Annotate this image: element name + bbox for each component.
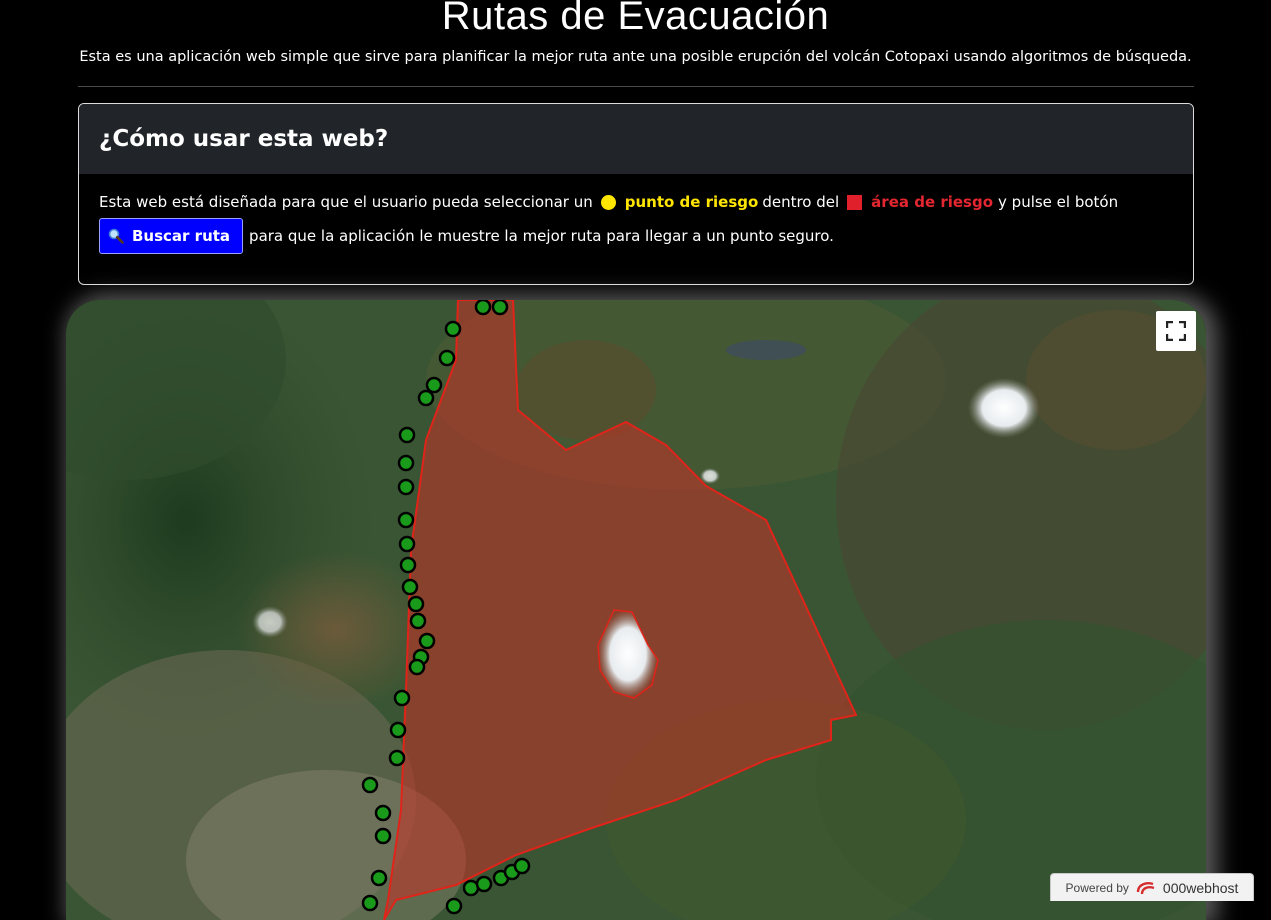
fullscreen-button[interactable] (1156, 311, 1196, 351)
search-route-button[interactable]: Buscar ruta (99, 218, 244, 254)
page-title: Rutas de Evacuación (441, 0, 830, 38)
powered-by-label: Powered by (1065, 880, 1129, 895)
risk-point-label: punto de riesgo (624, 192, 759, 211)
risk-area-label: área de riesgo (871, 192, 994, 211)
help-card-body: Esta web está diseñada para que el usuar… (79, 174, 1193, 270)
help-text-1: Esta web está diseñada para que el usuar… (99, 192, 593, 211)
magnifier-icon (108, 228, 124, 244)
divider (78, 86, 1194, 87)
satellite-map[interactable] (66, 300, 1206, 920)
help-text-4: para que la aplicación le muestre la mej… (249, 226, 834, 245)
host-name: 000webhost (1162, 879, 1239, 896)
help-card: ¿Cómo usar esta web? Esta web está diseñ… (78, 103, 1194, 285)
powered-by-badge[interactable]: Powered by 000webhost (1050, 873, 1254, 901)
page-subtitle: Esta es una aplicación web simple que si… (79, 49, 1192, 65)
help-card-heading: ¿Cómo usar esta web? (79, 104, 1193, 174)
host-logo-icon (1136, 881, 1155, 894)
help-text-3: y pulse el botón (998, 192, 1119, 211)
risk-point-icon (600, 194, 616, 210)
map-view[interactable] (66, 300, 1206, 920)
risk-area-icon (847, 194, 863, 210)
search-route-button-label: Buscar ruta (132, 226, 231, 245)
fullscreen-icon (1166, 321, 1186, 341)
help-text-2: dentro del (762, 192, 840, 211)
